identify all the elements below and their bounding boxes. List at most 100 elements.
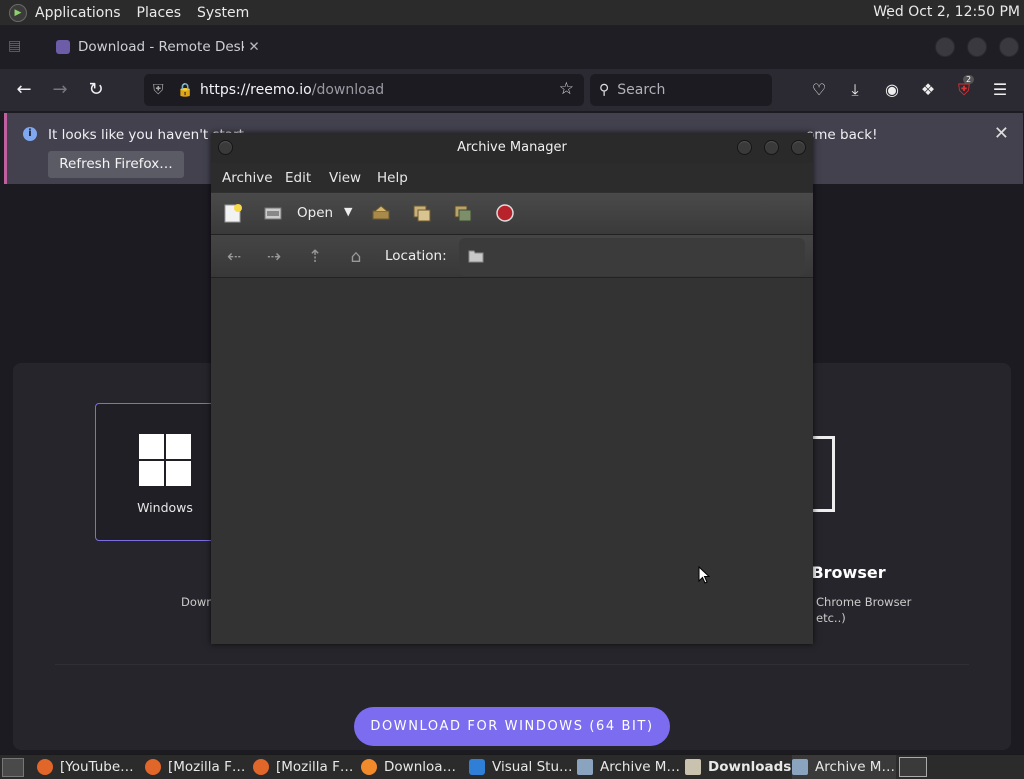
archive-icon — [792, 759, 808, 775]
hamburger-menu-icon[interactable]: ☰ — [989, 80, 1011, 99]
open-dropdown-chevron-icon[interactable]: ▼ — [344, 205, 352, 218]
search-placeholder: Search — [617, 82, 666, 98]
distro-logo-icon[interactable]: ▶ — [9, 3, 27, 22]
ublock-badge: 2 — [963, 75, 975, 84]
am-maximize-button[interactable] — [764, 140, 779, 155]
location-field[interactable] — [459, 238, 805, 276]
am-menubar: Archive Edit View Help — [211, 163, 813, 192]
menu-view[interactable]: View — [329, 170, 361, 186]
top-panel: ▶ Applications Places System Wed Oct 2, … — [0, 0, 1024, 26]
downloads-icon[interactable]: ⤓ — [844, 80, 866, 100]
home-icon[interactable]: ⌂ — [346, 247, 366, 267]
taskbar-label: Downloads — [708, 759, 792, 775]
taskbar-item-mozilla-1[interactable]: [Mozilla F… — [145, 755, 249, 779]
menu-archive[interactable]: Archive — [222, 170, 273, 186]
clock[interactable]: Wed Oct 2, 12:50 PM — [873, 4, 1020, 20]
location-label: Location: — [385, 248, 447, 264]
folder-icon — [468, 250, 484, 263]
taskbar-label: Downloa… — [384, 759, 457, 775]
menu-applications[interactable]: Applications — [27, 5, 129, 21]
info-icon: i — [23, 127, 37, 141]
am-close-button[interactable] — [791, 140, 806, 155]
window-menu-button[interactable] — [218, 140, 233, 155]
close-window-button[interactable] — [999, 37, 1019, 57]
archive-manager-window: Archive Manager Archive Edit View Help O… — [211, 133, 813, 644]
back-icon[interactable]: ← — [12, 79, 36, 100]
firefox-view-icon[interactable]: ▤ — [8, 38, 30, 54]
tab-favicon-icon — [56, 40, 70, 54]
archive-file-list[interactable] — [211, 278, 813, 644]
firefox-tab-bar: ▤ Download - Remote Deskto ✕ — [0, 25, 1024, 69]
archive-manager-titlebar[interactable]: Archive Manager — [211, 133, 813, 163]
folder-icon — [685, 759, 701, 775]
menu-edit[interactable]: Edit — [285, 170, 311, 186]
am-toolbar: Open ▼ — [211, 193, 813, 235]
taskbar-item-downloads-folder[interactable]: Downloads — [685, 755, 792, 779]
taskbar-item-vscode[interactable]: Visual Stu… — [469, 755, 573, 779]
forward-arrow-icon[interactable]: ⇢ — [264, 247, 284, 267]
up-arrow-icon[interactable]: ⇡ — [305, 247, 325, 267]
open-archive-icon[interactable] — [263, 203, 283, 223]
am-location-bar: ⇠ ⇢ ⇡ ⌂ Location: — [211, 235, 813, 278]
firefox-nav-bar: ← → ↻ ⛨ 🔒 https://reemo.io/download ☆ ⚲ … — [0, 69, 1024, 111]
vscode-icon — [469, 759, 485, 775]
browser-description-line2: etc..) — [816, 611, 846, 625]
workspace-switcher[interactable] — [899, 757, 927, 777]
refresh-firefox-button[interactable]: Refresh Firefox… — [48, 151, 184, 178]
taskbar-item-downloads-firefox[interactable]: Downloa… — [361, 755, 465, 779]
menu-system[interactable]: System — [189, 5, 257, 21]
search-icon: ⚲ — [599, 82, 610, 98]
tab-title: Download - Remote Deskto — [78, 39, 244, 55]
archive-manager-title: Archive Manager — [457, 140, 567, 155]
taskbar-label: Archive M… — [600, 759, 680, 775]
mouse-cursor-icon — [698, 566, 710, 584]
extensions-icon[interactable]: ❖ — [917, 80, 939, 99]
lock-icon[interactable]: 🔒 — [177, 83, 195, 98]
forward-icon[interactable]: → — [48, 79, 72, 100]
download-windows-button[interactable]: DOWNLOAD FOR WINDOWS (64 BIT) — [354, 707, 670, 746]
add-files-icon[interactable] — [412, 203, 432, 223]
url-path: /download — [311, 82, 385, 98]
open-button-label[interactable]: Open — [297, 205, 333, 221]
firefox-icon — [361, 759, 377, 775]
shield-icon[interactable]: ⛨ — [153, 82, 171, 98]
divider — [55, 664, 969, 665]
firefox-icon — [37, 759, 53, 775]
minimize-button[interactable] — [935, 37, 955, 57]
maximize-button[interactable] — [967, 37, 987, 57]
windows-description: Down — [181, 595, 214, 609]
taskbar-label: [Mozilla F… — [276, 759, 354, 775]
taskbar-item-archive-manager-1[interactable]: Archive M… — [577, 755, 681, 779]
reload-icon[interactable]: ↻ — [84, 79, 108, 100]
taskbar-label: [YouTube… — [60, 759, 134, 775]
notification-message-tail: ome back! — [806, 127, 878, 143]
menu-places[interactable]: Places — [129, 5, 190, 21]
browser-tab[interactable]: Download - Remote Deskto ✕ — [44, 31, 264, 63]
account-icon[interactable]: ◉ — [881, 80, 903, 99]
taskbar-item-youtube[interactable]: [YouTube… — [37, 755, 141, 779]
new-archive-icon[interactable] — [223, 203, 243, 223]
url-host: https://reemo.io — [200, 82, 312, 98]
am-minimize-button[interactable] — [737, 140, 752, 155]
extract-icon[interactable] — [371, 203, 391, 223]
menu-help[interactable]: Help — [377, 170, 408, 186]
url-bar[interactable]: ⛨ 🔒 https://reemo.io/download ☆ — [144, 74, 584, 106]
bookmark-star-icon[interactable]: ☆ — [559, 79, 574, 99]
taskbar-item-mozilla-2[interactable]: [Mozilla F… — [253, 755, 357, 779]
taskbar: [YouTube… [Mozilla F… [Mozilla F… Downlo… — [0, 754, 1024, 779]
taskbar-label: Visual Stu… — [492, 759, 573, 775]
notification-close-icon[interactable]: ✕ — [994, 123, 1009, 144]
back-arrow-icon[interactable]: ⇠ — [224, 247, 244, 267]
add-folder-icon[interactable] — [453, 203, 473, 223]
browser-description-line1: Chrome Browser — [816, 595, 912, 609]
stop-icon[interactable] — [495, 203, 515, 223]
show-desktop-icon[interactable] — [2, 758, 24, 777]
firefox-icon — [253, 759, 269, 775]
search-bar[interactable]: ⚲ Search — [590, 74, 772, 106]
firefox-icon — [145, 759, 161, 775]
taskbar-label: Archive M… — [815, 759, 895, 775]
taskbar-item-archive-manager-2[interactable]: Archive M… — [792, 755, 896, 779]
archive-icon — [577, 759, 593, 775]
tab-close-icon[interactable]: ✕ — [244, 39, 264, 55]
pocket-icon[interactable]: ♡ — [808, 80, 830, 99]
